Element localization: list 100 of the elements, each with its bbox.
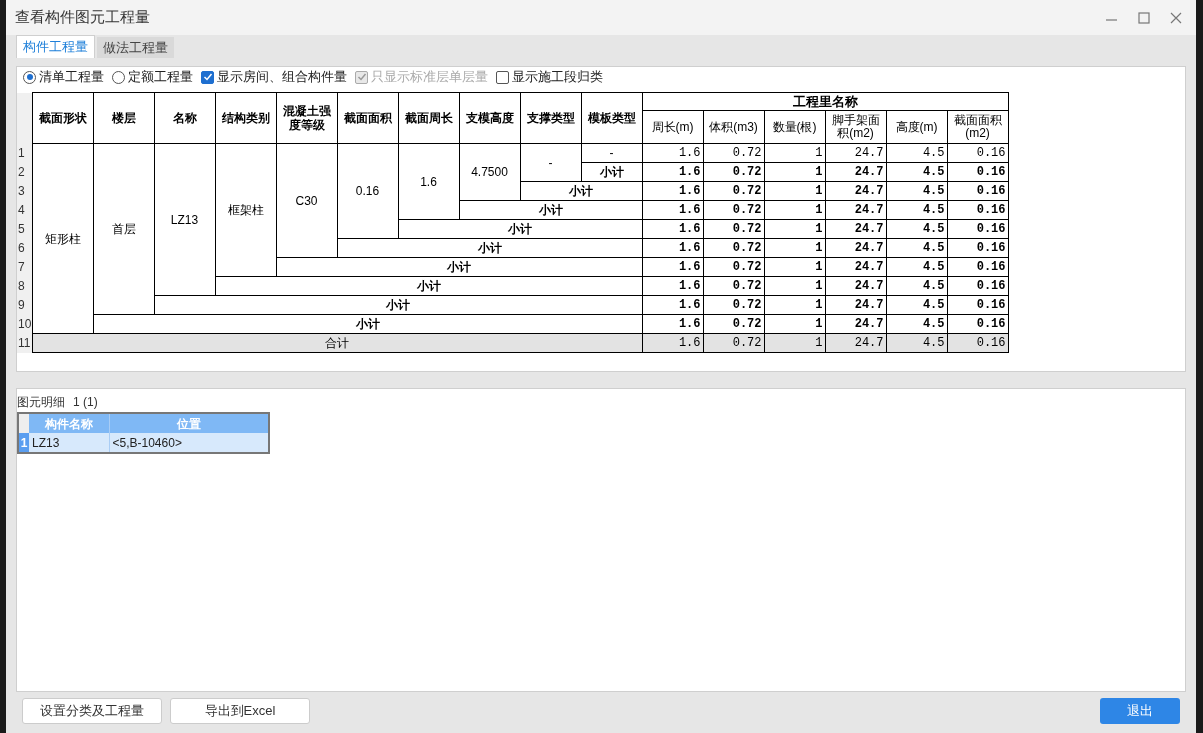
table-cell: 24.7 [825, 257, 886, 277]
table-cell: 4.5 [886, 276, 947, 296]
table-cell: 1.6 [642, 181, 703, 201]
column-header: 名称 [154, 92, 215, 144]
column-header: 高度(m) [886, 110, 947, 144]
table-cell: 4.5 [886, 200, 947, 220]
option-label: 定额工程量 [128, 68, 193, 87]
column-header: 构件名称 [29, 413, 109, 433]
column-header: 周长(m) [642, 110, 703, 144]
table-cell: 1 [764, 200, 825, 220]
radio-button[interactable] [112, 70, 125, 84]
table-cell: 1.6 [642, 276, 703, 296]
column-header: 数量(根) [764, 110, 825, 144]
table-cell: 1.6 [642, 200, 703, 220]
table-cell: 1 [764, 181, 825, 201]
action-button[interactable]: 导出到Excel [170, 698, 310, 724]
table-cell: 1.6 [398, 143, 459, 220]
column-header: 混凝土强度等级 [276, 92, 337, 144]
table-cell: 0.16 [947, 200, 1008, 220]
table-cell: 0.72 [703, 143, 764, 163]
option-label: 只显示标准层单层量 [371, 68, 488, 87]
table-cell: 1 [764, 219, 825, 239]
table-cell: 0.72 [703, 219, 764, 239]
column-header: 截面面积(m2) [947, 110, 1008, 144]
table-cell: 4.7500 [459, 143, 520, 201]
table-cell: 0.16 [947, 314, 1008, 334]
table-cell: 24.7 [825, 314, 886, 334]
table-cell: 24.7 [825, 276, 886, 296]
table-cell: 0.72 [703, 238, 764, 258]
detail-count: 1 (1) [73, 394, 98, 411]
column-header: 截面周长 [398, 92, 459, 144]
table-cell: <5,B-10460> [109, 433, 269, 453]
table-cell: 1.6 [642, 257, 703, 277]
table-cell: 1.6 [642, 314, 703, 334]
column-header: 模板类型 [581, 92, 642, 144]
table-cell: 小计 [154, 295, 642, 315]
table-cell: 0.16 [947, 219, 1008, 239]
table-cell: 1.6 [642, 238, 703, 258]
table-cell: 0.72 [703, 162, 764, 182]
table-cell: 4.5 [886, 143, 947, 163]
table-cell: 0.72 [703, 181, 764, 201]
tab[interactable]: 做法工程量 [97, 37, 174, 58]
option-label: 清单工程量 [39, 68, 104, 87]
table-cell: 小计 [215, 276, 642, 296]
table-cell: 4.5 [886, 314, 947, 334]
detail-title: 图元明细 [17, 394, 65, 411]
table-cell: 0.72 [703, 295, 764, 315]
table-cell: 24.7 [825, 162, 886, 182]
table-cell: 0.16 [947, 238, 1008, 258]
column-header: 截面形状 [32, 92, 93, 144]
tab[interactable]: 构件工程量 [16, 35, 95, 58]
table-cell: 0.72 [703, 200, 764, 220]
table-cell: 0.16 [337, 143, 398, 239]
table-cell: 1 [764, 162, 825, 182]
table-cell: 1 [764, 295, 825, 315]
checkbox[interactable] [201, 70, 214, 84]
table-cell: 1.6 [642, 143, 703, 163]
window-title: 查看构件图元工程量 [15, 7, 150, 28]
table-cell: 24.7 [825, 295, 886, 315]
checkbox[interactable] [496, 70, 509, 84]
table-cell: 小计 [520, 181, 642, 201]
table-cell: 0.72 [703, 314, 764, 334]
option-label: 显示房间、组合构件量 [217, 68, 347, 87]
column-header: 体积(m3) [703, 110, 764, 144]
table-cell: 小计 [581, 162, 642, 182]
maximize-icon[interactable] [1138, 11, 1150, 24]
column-header: 位置 [109, 413, 269, 433]
radio-button[interactable] [23, 70, 36, 84]
table-cell: 4.5 [886, 162, 947, 182]
table-cell: 0.16 [947, 162, 1008, 182]
action-button[interactable]: 设置分类及工程量 [22, 698, 162, 724]
table-cell: 24.7 [825, 238, 886, 258]
column-header: 脚手架面积(m2) [825, 110, 886, 144]
table-cell: 4.5 [886, 257, 947, 277]
table-cell: 小计 [337, 238, 642, 258]
option-label: 显示施工段归类 [512, 68, 603, 87]
column-header: 支撑类型 [520, 92, 581, 144]
table-cell: 24.7 [825, 200, 886, 220]
table-cell: 1.6 [642, 162, 703, 182]
row-number: 1 [18, 433, 29, 453]
table-cell: 0.72 [703, 276, 764, 296]
table-cell: - [520, 143, 581, 182]
exit-button[interactable]: 退出 [1100, 698, 1180, 724]
table-cell: LZ13 [29, 433, 109, 453]
column-header: 楼层 [93, 92, 154, 144]
column-group-header: 工程里名称 [642, 92, 1008, 111]
table-cell: 小计 [93, 314, 642, 334]
table-cell: 框架柱 [215, 143, 276, 277]
column-header: 结构类别 [215, 92, 276, 144]
table-cell: LZ13 [154, 143, 215, 296]
table-cell: 24.7 [825, 143, 886, 163]
table-cell: 24.7 [825, 219, 886, 239]
table-cell: C30 [276, 143, 337, 258]
table-cell: 1.6 [642, 295, 703, 315]
table-cell: 4.5 [886, 238, 947, 258]
table-cell: 4.5 [886, 295, 947, 315]
table-cell: 首层 [93, 143, 154, 315]
table-cell: 小计 [459, 200, 642, 220]
table-cell: 1 [764, 238, 825, 258]
close-icon[interactable] [1170, 11, 1182, 24]
